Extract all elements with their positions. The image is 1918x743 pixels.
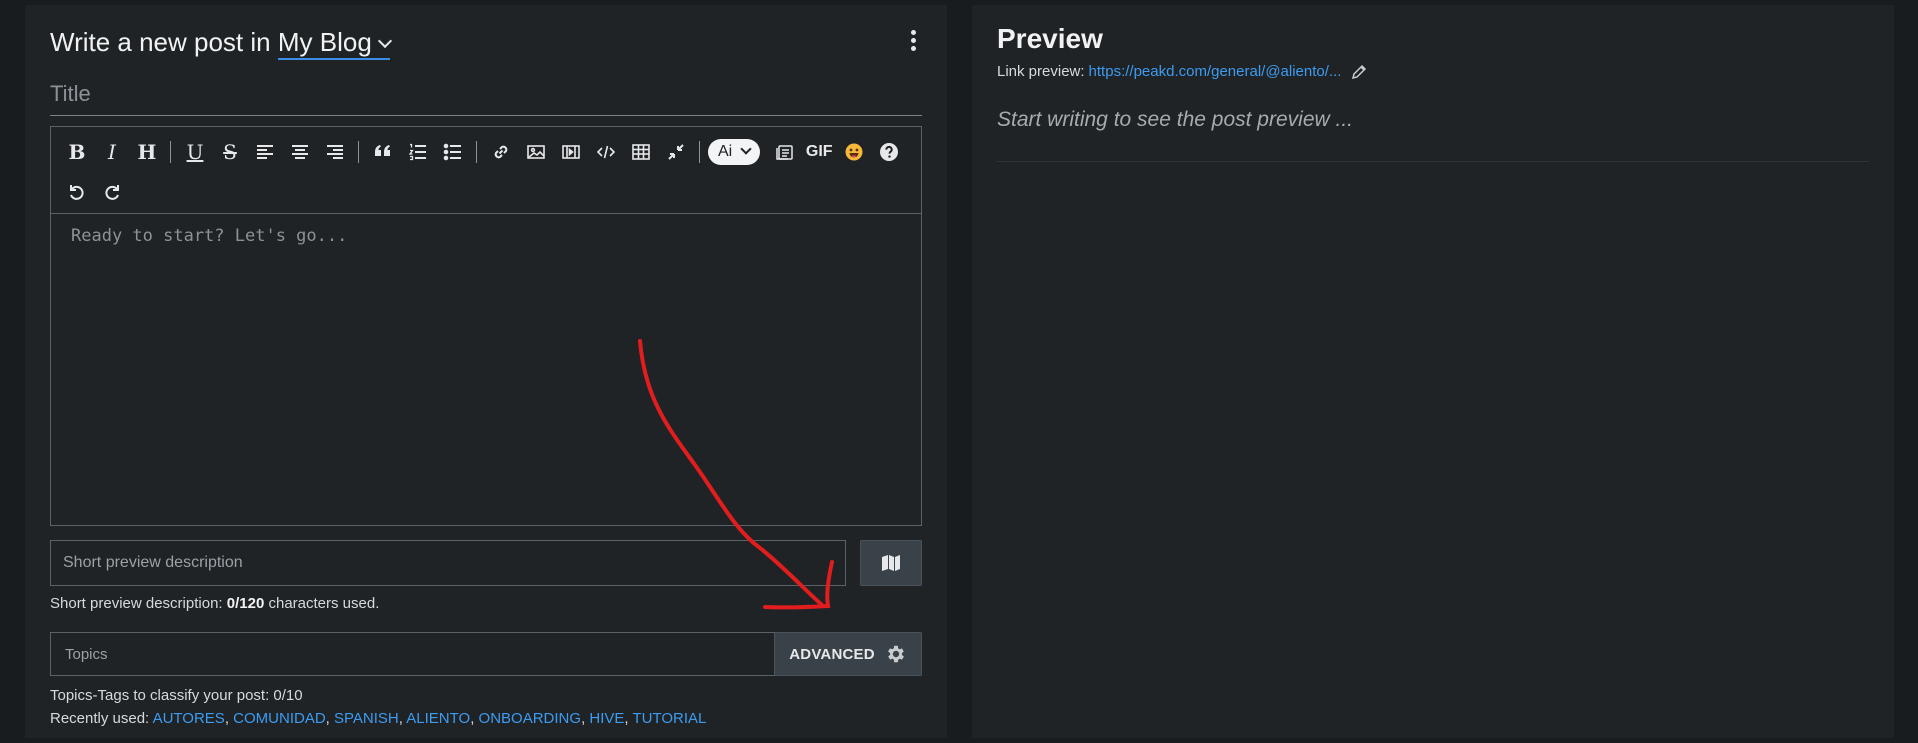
toolbar-divider — [170, 141, 171, 163]
code-icon — [596, 145, 616, 159]
community-name: My Blog — [277, 27, 372, 57]
location-button[interactable] — [860, 540, 922, 586]
short-description-input[interactable] — [50, 540, 846, 586]
table-button[interactable] — [625, 137, 657, 167]
advanced-label: ADVANCED — [789, 645, 875, 663]
advanced-button[interactable]: ADVANCED — [774, 632, 922, 676]
toolbar-divider — [358, 141, 359, 163]
emoji-icon — [845, 143, 863, 161]
redo-button[interactable] — [96, 177, 128, 207]
description-hint-suffix: characters used. — [268, 595, 380, 612]
heading-button[interactable]: H — [131, 137, 163, 167]
ai-label: Ai — [718, 143, 733, 160]
recent-label: Recently used: — [50, 710, 150, 727]
italic-button[interactable]: I — [96, 137, 128, 167]
header-prefix: Write a new post in — [50, 27, 271, 57]
editor-box: B I H U S Ai GIF Ready to start? Let's g… — [50, 126, 922, 526]
bold-button[interactable]: B — [61, 137, 93, 167]
ordered-list-button[interactable] — [402, 137, 434, 167]
chevron-down-icon — [740, 143, 752, 155]
underline-button[interactable]: U — [179, 137, 211, 167]
editor-panel: Write a new post in My Blog B I H U S — [25, 5, 947, 738]
editor-header: Write a new post in My Blog — [50, 27, 392, 60]
emoji-button[interactable] — [838, 137, 870, 167]
collapse-button[interactable] — [660, 137, 692, 167]
align-left-button[interactable] — [249, 137, 281, 167]
preview-title: Preview — [997, 23, 1103, 54]
pencil-icon[interactable] — [1351, 64, 1367, 80]
quote-button[interactable] — [367, 137, 399, 167]
undo-button[interactable] — [61, 177, 93, 207]
description-hint: Short preview description: 0/120 charact… — [50, 595, 379, 612]
topics-hint: Topics-Tags to classify your post: 0/10 — [50, 687, 303, 704]
undo-icon — [70, 185, 84, 200]
more-options-icon[interactable] — [911, 30, 917, 54]
recent-tag[interactable]: TUTORIAL — [633, 710, 707, 727]
table-icon — [632, 144, 650, 160]
bullet-list-icon — [443, 143, 461, 161]
video-icon — [562, 145, 580, 159]
gif-button[interactable]: GIF — [803, 137, 835, 167]
align-right-button[interactable] — [319, 137, 351, 167]
toolbar-divider — [699, 141, 700, 163]
help-button[interactable] — [873, 137, 905, 167]
recently-used-tags: Recently used: AUTORES, COMUNIDAD, SPANI… — [50, 710, 707, 727]
link-preview: Link preview: https://peakd.com/general/… — [997, 63, 1367, 80]
help-icon — [880, 143, 899, 161]
preview-placeholder: Start writing to see the post preview ..… — [997, 108, 1353, 131]
strikethrough-button[interactable]: S — [214, 137, 246, 167]
bullet-list-button[interactable] — [437, 137, 469, 167]
preview-panel: Preview Link preview: https://peakd.com/… — [972, 5, 1894, 738]
link-icon — [494, 145, 508, 159]
recent-tag[interactable]: ONBOARDING — [479, 710, 582, 727]
recent-tag[interactable]: HIVE — [589, 710, 624, 727]
video-button[interactable] — [555, 137, 587, 167]
align-right-icon — [327, 145, 343, 159]
topics-input[interactable] — [50, 632, 786, 676]
title-input[interactable] — [50, 73, 922, 116]
toolbar-divider — [476, 141, 477, 163]
description-hint-prefix: Short preview description: — [50, 595, 223, 612]
ordered-list-icon — [408, 143, 426, 161]
templates-button[interactable] — [768, 137, 800, 167]
link-button[interactable] — [485, 137, 517, 167]
editor-toolbar: B I H U S Ai GIF — [51, 127, 921, 214]
code-button[interactable] — [590, 137, 622, 167]
map-icon — [882, 555, 900, 571]
align-center-button[interactable] — [284, 137, 316, 167]
ai-dropdown[interactable]: Ai — [708, 139, 761, 165]
chevron-down-icon — [377, 33, 392, 49]
recent-tag[interactable]: AUTORES — [153, 710, 225, 727]
link-preview-label: Link preview: — [997, 63, 1085, 80]
image-icon — [527, 145, 545, 159]
gear-icon — [887, 645, 904, 663]
compress-icon — [668, 144, 684, 160]
community-selector[interactable]: My Blog — [277, 27, 392, 60]
image-button[interactable] — [520, 137, 552, 167]
description-count: 0/120 — [226, 595, 265, 612]
preview-divider — [997, 161, 1869, 162]
templates-icon — [776, 145, 793, 160]
quote-icon — [375, 145, 390, 156]
link-preview-url[interactable]: https://peakd.com/general/@aliento/... — [1089, 63, 1342, 80]
align-left-icon — [257, 145, 273, 159]
recent-tag[interactable]: ALIENTO — [406, 710, 470, 727]
recent-tag[interactable]: COMUNIDAD — [233, 710, 326, 727]
recent-tag[interactable]: SPANISH — [334, 710, 399, 727]
post-body-textarea[interactable] — [51, 214, 921, 524]
align-center-icon — [292, 145, 308, 159]
redo-icon — [105, 185, 119, 200]
